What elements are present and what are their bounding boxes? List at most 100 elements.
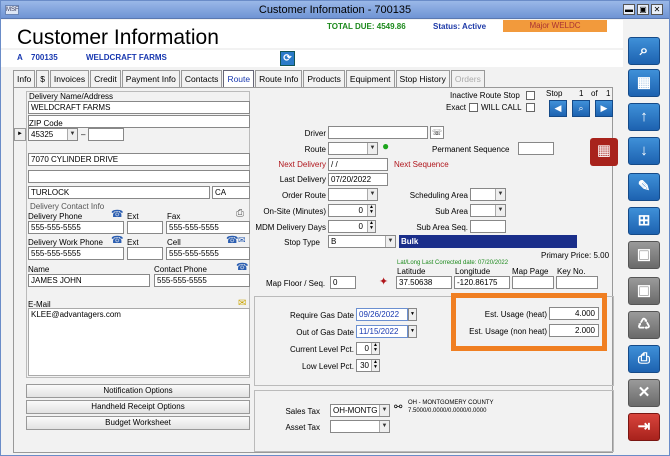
total-due: TOTAL DUE: 4549.86	[327, 22, 406, 31]
cancel-x-icon[interactable]: ✕	[628, 379, 660, 407]
map-marker-icon[interactable]: ✦	[379, 275, 388, 288]
require-gas-date-field[interactable]: 09/26/2022	[356, 308, 408, 321]
sales-tax-combo[interactable]: OH-MONTG ▼	[330, 404, 390, 417]
tab-invoices[interactable]: Invoices	[49, 70, 90, 87]
delivery-phone-field[interactable]: 555-555-5555	[28, 221, 124, 234]
current-level-spinner[interactable]: 0 ▲ ▼	[356, 342, 380, 355]
handheld-receipt-button[interactable]: Handheld Receipt Options	[26, 400, 250, 414]
onsite-minutes-spinner[interactable]: 0 ▲ ▼	[328, 204, 376, 217]
tab-credit[interactable]: Credit	[90, 70, 121, 87]
tab-info[interactable]: Info	[13, 70, 36, 87]
sub-area-seq-label: Sub Area Seq.	[416, 223, 468, 232]
out-of-gas-date-field[interactable]: 11/15/2022	[356, 325, 408, 338]
edit-pencil-icon[interactable]: ✎	[628, 173, 660, 201]
low-level-spinner[interactable]: 30 ▲ ▼	[356, 359, 380, 372]
scheduling-area-label: Scheduling Area	[409, 191, 468, 200]
exact-checkbox[interactable]	[469, 103, 478, 112]
mdm-days-spinner[interactable]: 0 ▲ ▼	[328, 220, 376, 233]
zip-ext-field[interactable]	[88, 128, 124, 141]
next-delivery-field[interactable]: / /	[328, 158, 388, 171]
mdm-days-label: MDM Delivery Days	[255, 223, 326, 232]
map-floor-field[interactable]: 0	[330, 276, 356, 289]
date-picker-icon[interactable]: ▼	[408, 308, 417, 321]
sub-area-seq-field[interactable]	[470, 220, 506, 233]
last-delivery-field[interactable]: 07/20/2022	[328, 173, 388, 186]
tab-contacts[interactable]: Contacts	[180, 70, 223, 87]
close-window-button[interactable]: ✕	[651, 4, 663, 15]
date-picker-icon[interactable]: ▼	[408, 325, 417, 338]
latitude-field[interactable]: 37.50638	[396, 276, 452, 289]
latitude-label: Latitude	[397, 267, 426, 276]
refresh-icon[interactable]: ⟳	[280, 51, 295, 66]
account-name: WELDCRAFT FARMS	[86, 53, 167, 62]
notification-options-button[interactable]: Notification Options	[26, 384, 250, 398]
minimize-button[interactable]: ▬	[623, 4, 635, 15]
save-icon[interactable]: ▣	[628, 277, 660, 305]
tab-stop-history[interactable]: Stop History	[395, 70, 450, 87]
tab-payment-info[interactable]: Payment Info	[121, 70, 180, 87]
print-icon[interactable]: ⎙	[628, 345, 660, 373]
expand-arrow-icon[interactable]: ►	[14, 128, 26, 141]
maximize-button[interactable]: ▣	[637, 4, 649, 15]
longitude-field[interactable]: -120.86175	[454, 276, 510, 289]
new-document-icon[interactable]: ⊞	[628, 207, 660, 235]
inactive-route-checkbox[interactable]	[526, 91, 535, 100]
address1-field[interactable]: 7070 CYLINDER DRIVE	[28, 153, 250, 166]
save-new-icon[interactable]: ▣	[628, 241, 660, 269]
phone-icon[interactable]: ☎	[111, 209, 123, 220]
calendar-icon[interactable]: ▦	[590, 138, 618, 166]
sub-area-combo[interactable]: ▼	[470, 204, 506, 217]
sms-icon[interactable]: ✉	[238, 235, 246, 246]
address2-field[interactable]	[28, 170, 250, 183]
route-combo[interactable]: ▼	[328, 142, 378, 155]
fax-icon[interactable]: ⎙	[236, 208, 244, 219]
budget-worksheet-button[interactable]: Budget Worksheet	[26, 416, 250, 430]
work-phone-field[interactable]: 555-555-5555	[28, 247, 124, 260]
driver-field[interactable]	[328, 126, 428, 139]
tab-dollar[interactable]: $	[36, 70, 49, 87]
next-delivery-label: Next Delivery	[278, 160, 326, 169]
contact-name-label: Name	[28, 265, 50, 274]
grid-view-icon[interactable]: ▦	[628, 69, 660, 97]
stop-label: Stop	[546, 89, 563, 98]
next-stop-arrow-icon[interactable]: ▶	[595, 100, 613, 117]
arrow-down-icon[interactable]: ↓	[628, 137, 660, 165]
map-pin-icon[interactable]: ●	[382, 140, 392, 154]
cell-phone-icon[interactable]: ☎	[226, 235, 238, 246]
asset-tax-combo[interactable]: ▼	[330, 420, 390, 433]
contact-phone-field[interactable]: 555-555-5555	[154, 274, 250, 287]
zip-label: ZIP Code	[29, 119, 63, 128]
delete-trash-icon[interactable]: ♺	[628, 311, 660, 339]
cell-field[interactable]: 555-555-5555	[166, 247, 250, 260]
delivery-ext-field[interactable]	[127, 221, 163, 234]
key-no-field[interactable]	[556, 276, 598, 289]
map-page-field[interactable]	[512, 276, 554, 289]
search-icon[interactable]: ⌕	[628, 37, 660, 65]
zip-combo[interactable]: 45325 ▼	[28, 128, 78, 141]
work-ext-field[interactable]	[127, 247, 163, 260]
email-field[interactable]: KLEE@advantagers.com	[28, 308, 250, 376]
route-panel: Delivery Name/Address WELDCRAFT FARMS ZI…	[13, 87, 618, 453]
tab-products[interactable]: Products	[303, 70, 345, 87]
tab-route-info[interactable]: Route Info	[255, 70, 303, 87]
search-stop-icon[interactable]: ⌕	[572, 100, 590, 117]
permanent-sequence-field[interactable]	[518, 142, 554, 155]
stop-type-combo[interactable]: B ▼	[328, 235, 396, 248]
delivery-name-field[interactable]: WELDCRAFT FARMS	[28, 101, 250, 114]
contact-name-field[interactable]: JAMES JOHN	[28, 274, 150, 287]
stop-total: 1	[606, 89, 611, 98]
map-floor-label: Map Floor / Seq.	[266, 279, 326, 288]
arrow-up-icon[interactable]: ↑	[628, 103, 660, 131]
work-phone-icon[interactable]: ☎	[111, 235, 123, 246]
tab-equipment[interactable]: Equipment	[345, 70, 395, 87]
contact-phone-icon[interactable]: ☎	[236, 262, 248, 273]
binoculars-icon[interactable]: ⚯	[394, 402, 402, 413]
tab-route[interactable]: Route	[223, 70, 255, 87]
exit-door-icon[interactable]: ⇥	[628, 413, 660, 441]
city-field[interactable]: TURLOCK	[28, 186, 210, 199]
will-call-checkbox[interactable]	[526, 103, 535, 112]
driver-lookup-icon[interactable]: ☏	[430, 126, 444, 139]
scheduling-area-combo[interactable]: ▼	[470, 188, 506, 201]
order-route-combo[interactable]: ▼	[328, 188, 378, 201]
prev-stop-arrow-icon[interactable]: ◀	[549, 100, 567, 117]
